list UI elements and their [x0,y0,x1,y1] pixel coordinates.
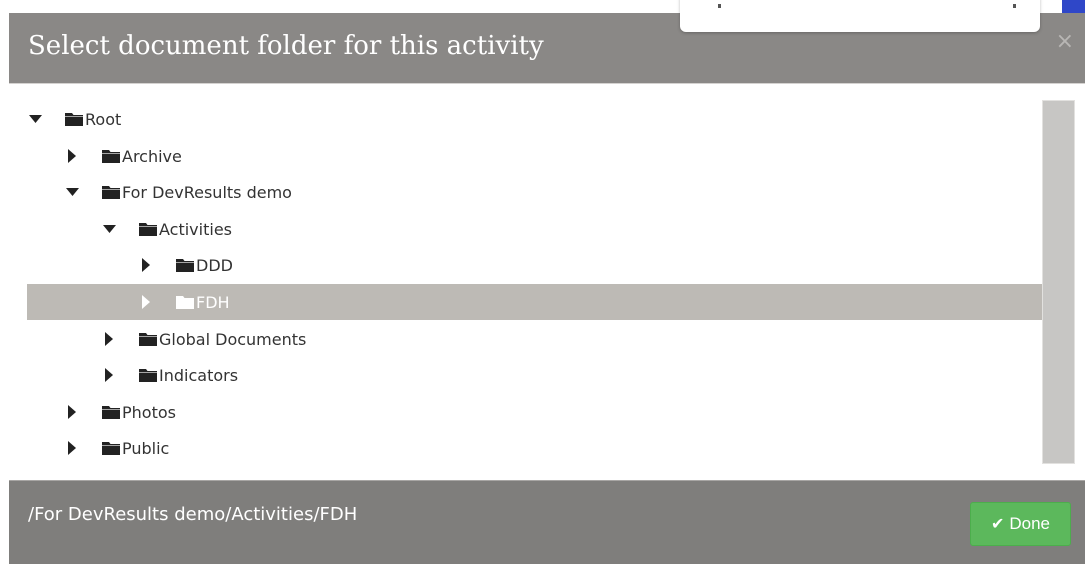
dialog-title: Select document folder for this activity [28,31,544,61]
dialog-footer: /For DevResults demo/Activities/FDH ✔ Do… [9,480,1085,564]
check-icon: ✔ [990,516,1005,533]
caret-down-icon[interactable] [27,111,43,127]
tree-node-photos[interactable]: Photos [27,394,1042,430]
tree-node-archive[interactable]: Archive [27,138,1042,174]
caret-right-icon[interactable] [64,440,80,456]
folder-icon [102,441,120,455]
folder-icon [102,149,120,163]
folder-icon [176,295,194,309]
select-folder-dialog: Select document folder for this activity… [9,13,1085,564]
tree-node-for-devresults-demo[interactable]: For DevResults demo [27,174,1042,210]
tree-node-label: Global Documents [159,329,307,349]
tree-node-label: DDD [196,255,233,275]
tree-node-label: Public [122,438,170,458]
caret-right-icon[interactable] [138,294,154,310]
tree-node-label: Photos [122,402,176,422]
folder-icon [139,368,157,382]
tree-node-public[interactable]: Public [27,430,1042,466]
tree-node-label: Root [85,109,122,129]
tree-node-label: Activities [159,219,232,239]
caret-right-icon[interactable] [64,148,80,164]
caret-down-icon[interactable] [101,221,117,237]
tree-node-label: FDH [196,292,230,312]
tree-node-label: Indicators [159,365,239,385]
folder-icon [102,405,120,419]
selected-folder-path: /For DevResults demo/Activities/FDH [28,504,358,525]
background-search-mark [718,4,721,8]
background-search-dropdown-mark [1013,4,1016,8]
tree-node-label: Archive [122,146,182,166]
folder-icon [176,258,194,272]
caret-right-icon[interactable] [138,257,154,273]
tree-node-indicators[interactable]: Indicators [27,357,1042,393]
caret-right-icon[interactable] [64,404,80,420]
tree-node-label: For DevResults demo [122,182,292,202]
folder-icon [65,112,83,126]
tree-node-ddd[interactable]: DDD [27,247,1042,283]
background-search-box [680,0,1040,32]
close-icon[interactable]: × [1056,31,1074,53]
done-button-label: Done [1009,514,1051,533]
tree-scrollbar[interactable] [1042,100,1075,464]
folder-icon [139,332,157,346]
caret-right-icon[interactable] [101,331,117,347]
done-button[interactable]: ✔ Done [970,502,1071,546]
caret-right-icon[interactable] [101,367,117,383]
folder-tree-panel: Root Archive For DevResults demo Activities… [9,84,1085,480]
folder-icon [102,185,120,199]
folder-icon [139,222,157,236]
tree-node-global-documents[interactable]: Global Documents [27,321,1042,357]
tree-node-activities[interactable]: Activities [27,211,1042,247]
tree-node-root[interactable]: Root [27,101,1042,137]
tree-node-fdh[interactable]: FDH [27,284,1042,320]
caret-down-icon[interactable] [64,184,80,200]
